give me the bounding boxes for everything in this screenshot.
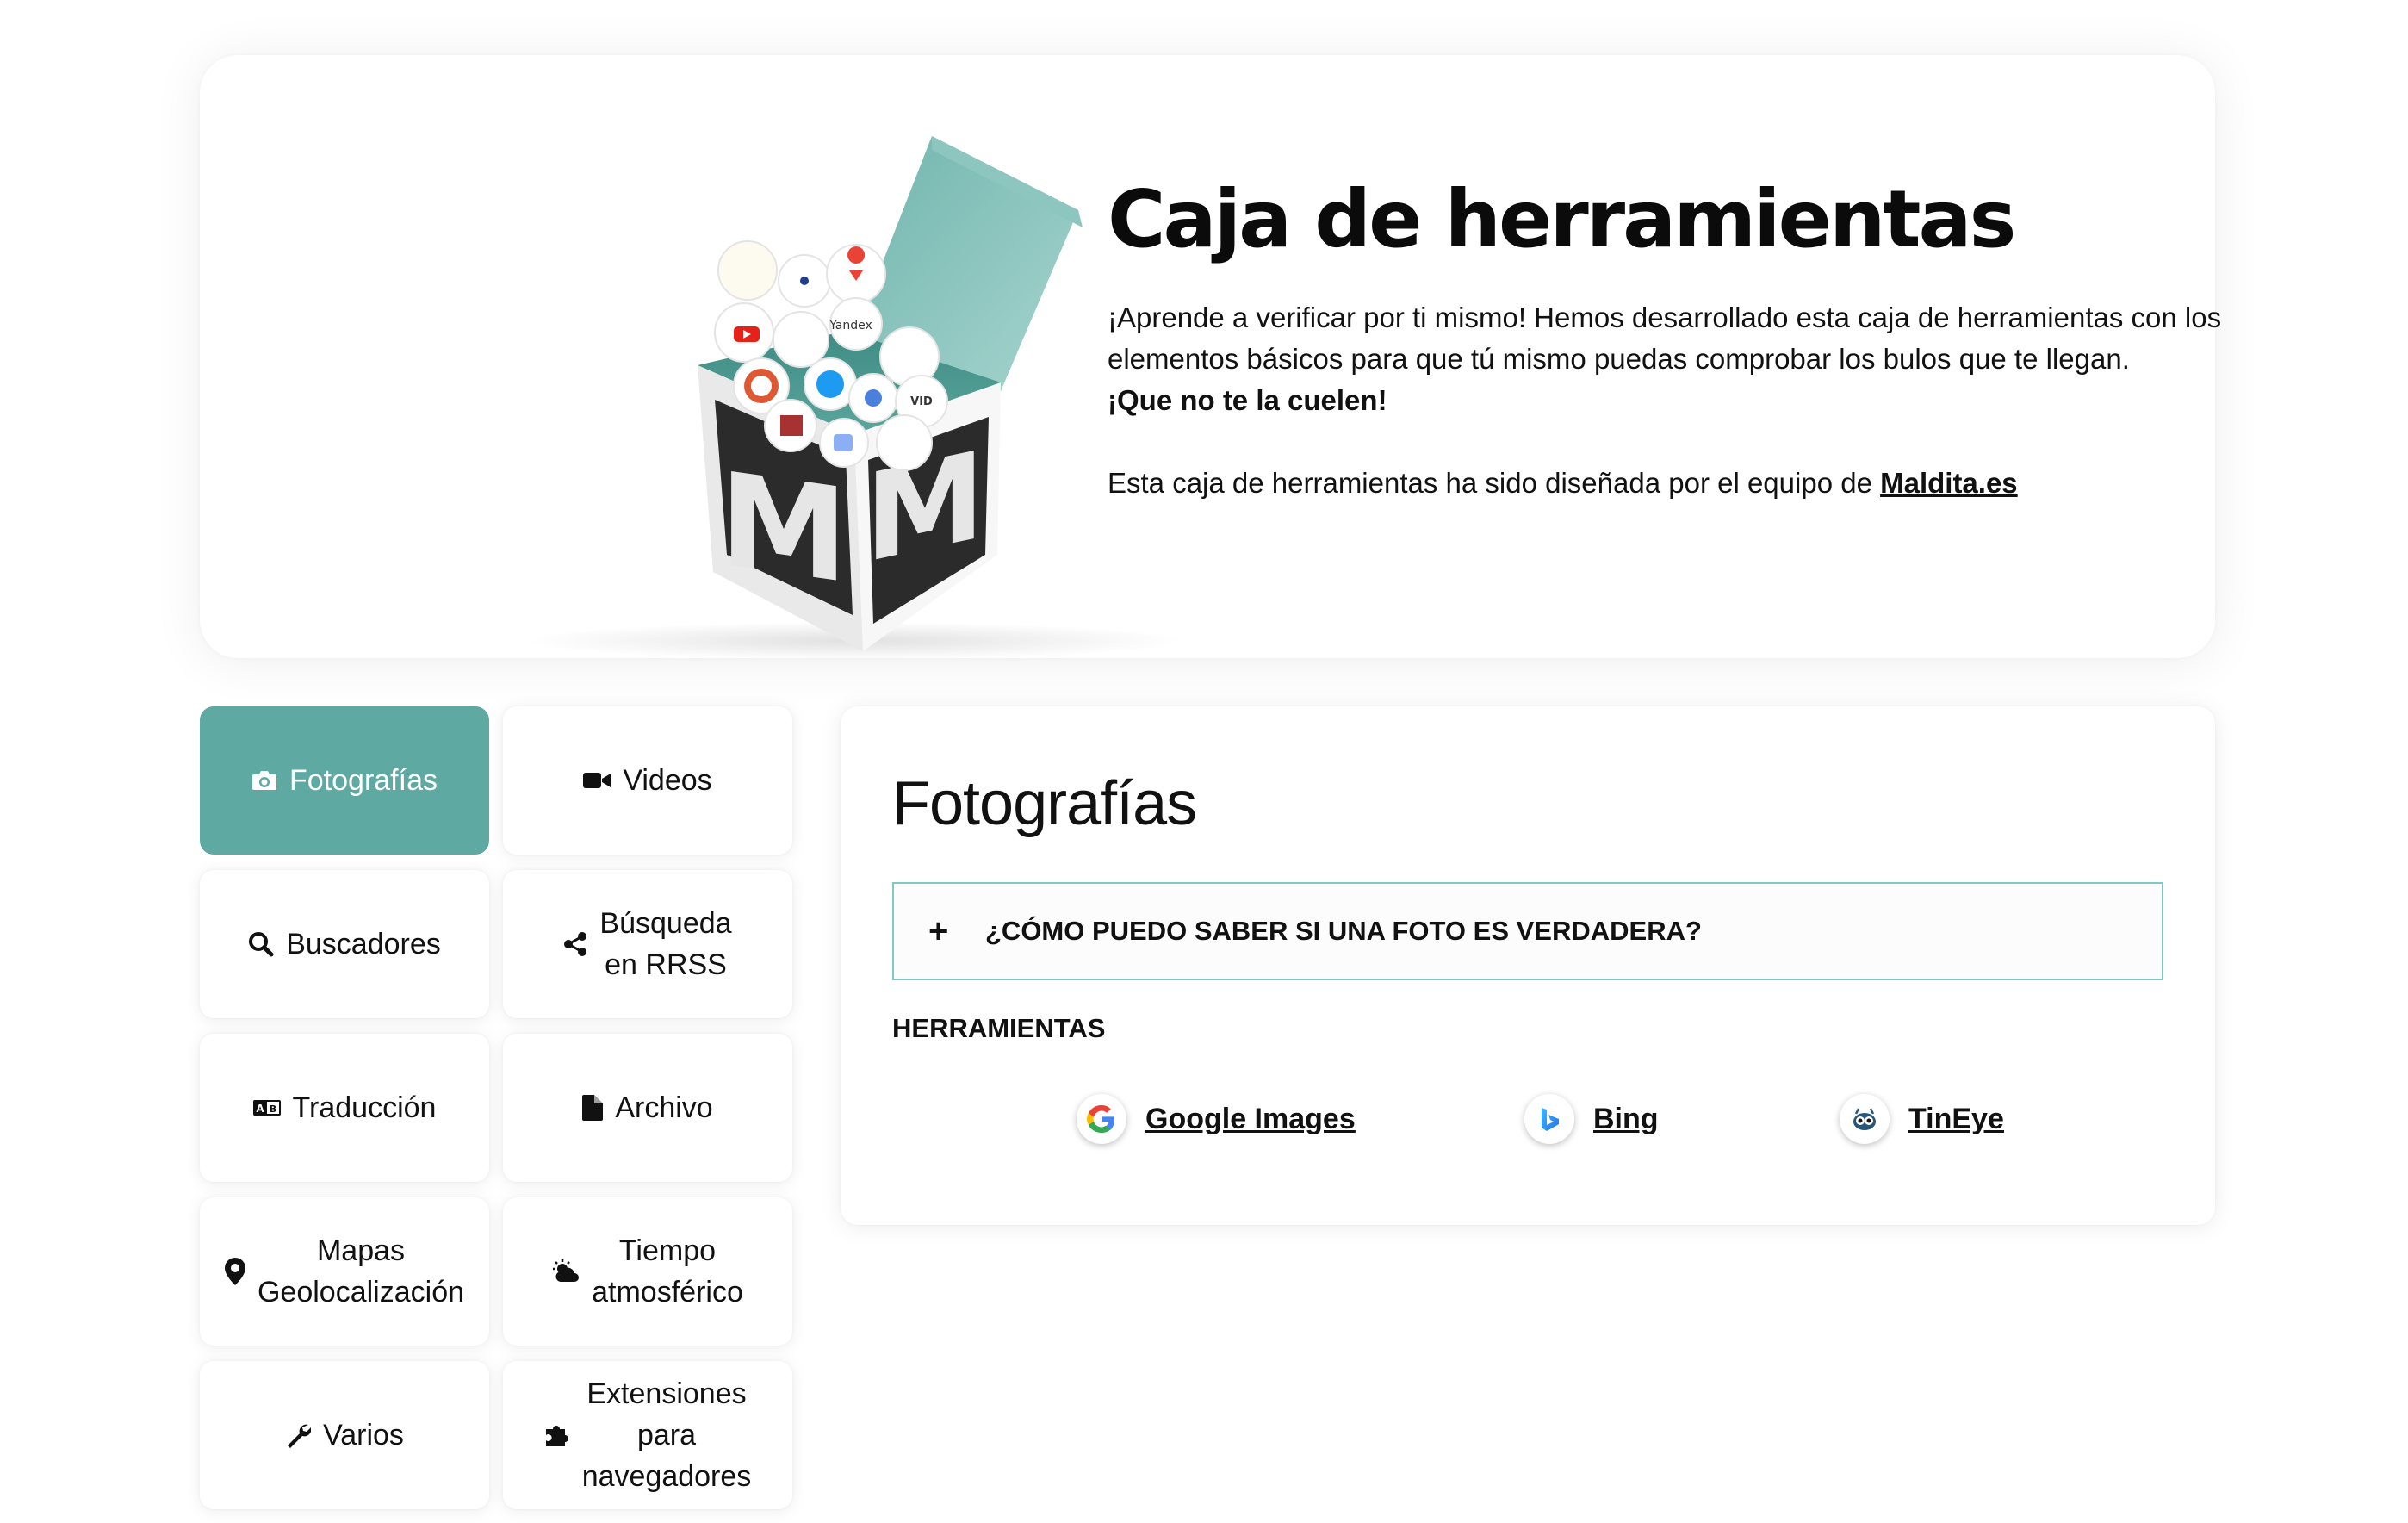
puzzle-icon (545, 1426, 568, 1446)
tile-label-line: Tiempo (618, 1234, 717, 1267)
maldita-link[interactable]: Maldita.es (1880, 467, 2018, 499)
tile-label-line: Mapas (316, 1234, 406, 1267)
tile-label-line: Extensiones (586, 1377, 747, 1410)
tile-label-line: para (636, 1419, 697, 1452)
google-icon (1077, 1094, 1126, 1144)
tool-name: Bing (1593, 1102, 1659, 1135)
tile-label: Archivo (615, 1091, 713, 1124)
tile-label: Mapas Geolocalización (258, 1230, 464, 1313)
svg-text:Yandex: Yandex (829, 319, 872, 333)
tile-fotografias[interactable]: Fotografías (200, 706, 489, 855)
tool-bing[interactable]: Bing (1524, 1094, 1659, 1144)
tile-label: Extensiones para navegadores (582, 1373, 752, 1497)
tile-label-line: navegadores (581, 1460, 752, 1493)
tile-label-line: Geolocalización (257, 1276, 465, 1309)
tool-name: TinEye (1908, 1102, 2004, 1135)
svg-text:VID: VID (910, 395, 933, 408)
tool-name: Google Images (1145, 1102, 1356, 1135)
weather-icon (553, 1259, 580, 1282)
tile-tiempo[interactable]: Tiempo atmosférico (503, 1197, 792, 1346)
tile-buscadores[interactable]: Buscadores (200, 870, 489, 1018)
camera-icon (252, 771, 276, 790)
tile-busqueda-rrss[interactable]: Búsqueda en RRSS (503, 870, 792, 1018)
tile-label: Buscadores (286, 928, 441, 960)
svg-text:A: A (256, 1103, 264, 1115)
svg-text:M: M (719, 444, 847, 612)
hero-description-main: ¡Aprende a verificar por ti mismo! Hemos… (1108, 301, 2222, 376)
tile-label: Fotografías (289, 764, 438, 797)
hero-description: ¡Aprende a verificar por ti mismo! Hemos… (1108, 297, 2227, 421)
wrench-icon (288, 1424, 312, 1448)
hero-description-emphasis: ¡Que no te la cuelen! (1108, 384, 1387, 417)
tool-tineye[interactable]: TinEye (1840, 1094, 2004, 1144)
faq-accordion[interactable]: + ¿CÓMO PUEDO SABER SI UNA FOTO ES VERDA… (892, 882, 2163, 980)
video-camera-icon (583, 773, 611, 788)
tile-traduccion[interactable]: A B Traducción (200, 1034, 489, 1182)
tile-label: Videos (623, 764, 712, 797)
translate-icon: A B (252, 1100, 281, 1116)
tile-mapas[interactable]: Mapas Geolocalización (200, 1197, 489, 1346)
hero-text: Caja de herramientas ¡Aprende a verifica… (1108, 176, 2399, 504)
faq-question: ¿CÓMO PUEDO SABER SI UNA FOTO ES VERDADE… (985, 916, 1702, 946)
page-title: Caja de herramientas (1108, 173, 2016, 265)
bing-icon (1524, 1094, 1574, 1144)
tile-label-line: atmosférico (592, 1276, 743, 1309)
hero-credit-text: Esta caja de herramientas ha sido diseña… (1108, 467, 1872, 500)
tile-label-line: en RRSS (605, 948, 727, 981)
hero-card: M M Yandex VID Caja de herramientas ¡Apr… (200, 55, 2221, 660)
tile-label: Varios (323, 1419, 404, 1452)
tile-label: Tiempo atmosférico (592, 1230, 743, 1313)
tile-label-line: Búsqueda (599, 907, 732, 940)
hero-credit: Esta caja de herramientas ha sido diseña… (1108, 463, 2399, 504)
tile-label: Búsqueda en RRSS (599, 903, 731, 985)
tile-videos[interactable]: Videos (503, 706, 792, 855)
tools-heading: HERRAMIENTAS (892, 1013, 1106, 1043)
section-title: Fotografías (892, 769, 1197, 838)
map-pin-icon (224, 1258, 245, 1285)
tineye-icon (1840, 1094, 1890, 1144)
tile-archivo[interactable]: Archivo (503, 1034, 792, 1182)
tile-extensiones[interactable]: Extensiones para navegadores (503, 1361, 792, 1509)
search-icon (249, 932, 274, 957)
plus-icon: + (928, 911, 949, 950)
page: M M Yandex VID Caja de herramientas ¡Apr… (0, 0, 2408, 1523)
svg-text:B: B (269, 1103, 276, 1115)
content-panel: Fotografías + ¿CÓMO PUEDO SABER SI UNA F… (841, 706, 2215, 1225)
share-icon (564, 932, 587, 956)
tool-google-images[interactable]: Google Images (1077, 1094, 1356, 1144)
file-icon (582, 1095, 604, 1121)
tile-label: Traducción (292, 1091, 437, 1124)
tile-varios[interactable]: Varios (200, 1361, 489, 1509)
